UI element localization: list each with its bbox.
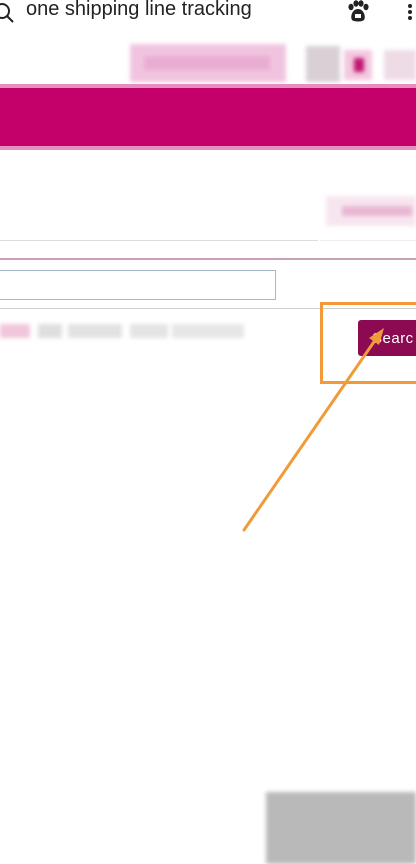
- blurred-header-item: [344, 50, 372, 80]
- divider: [320, 240, 416, 241]
- blurred-hint-text: [0, 320, 244, 340]
- more-vertical-icon[interactable]: [404, 2, 416, 22]
- divider: [0, 258, 416, 260]
- search-icon[interactable]: [0, 1, 16, 23]
- blurred-header-item: [306, 46, 340, 82]
- nav-band: [0, 88, 416, 148]
- nav-band-bottom-border: [0, 146, 416, 150]
- tracking-number-input[interactable]: [0, 270, 276, 300]
- baidu-paw-icon[interactable]: [346, 0, 370, 22]
- highlight-box: [320, 302, 416, 384]
- divider: [0, 240, 318, 241]
- blurred-tab-label: [326, 196, 416, 226]
- blurred-header-item: [384, 50, 416, 80]
- search-query-text[interactable]: one shipping line tracking: [26, 0, 252, 21]
- blurred-image: [266, 792, 416, 864]
- browser-search-bar[interactable]: one shipping line tracking: [0, 0, 416, 24]
- blurred-logo: [130, 44, 286, 82]
